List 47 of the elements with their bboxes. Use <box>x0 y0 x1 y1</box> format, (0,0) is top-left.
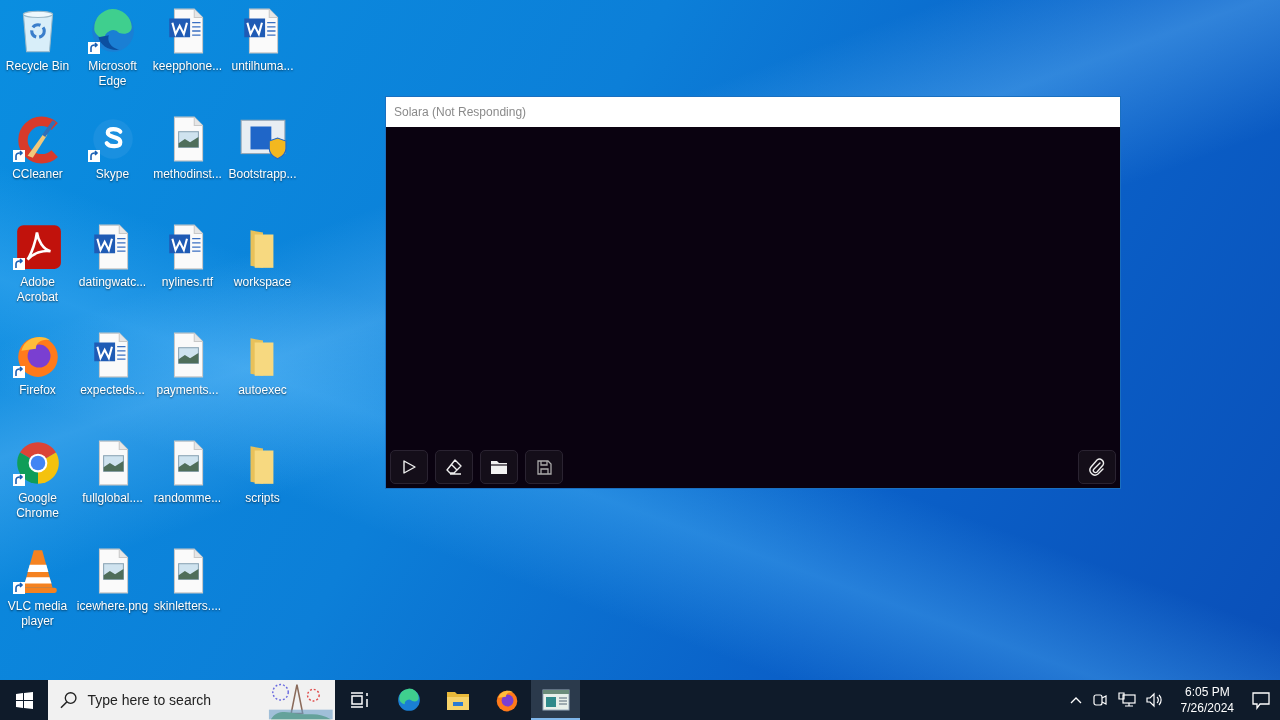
desktop-icon-label[interactable]: datingwatc... <box>78 275 147 290</box>
desktop-icon-label[interactable]: Skype <box>95 167 130 182</box>
desktop-icon-label[interactable]: autoexec <box>238 383 287 398</box>
search-field[interactable]: Type here to search <box>87 692 258 708</box>
window-title: Solara (Not Responding) <box>394 105 527 119</box>
desktop-icon-label[interactable]: icewhere.png <box>76 599 149 614</box>
desktop-icon-label[interactable]: Adobe Acrobat <box>0 275 75 305</box>
windows-logo-icon <box>15 691 33 709</box>
desktop-icon-label[interactable]: Bootstrapp... <box>228 167 297 182</box>
desktop-icon-label[interactable]: untilhuma... <box>231 59 294 74</box>
desktop-icon-label[interactable]: Google Chrome <box>0 491 75 521</box>
desktop-icon-label[interactable]: VLC media player <box>0 599 75 629</box>
app-window-icon <box>541 689 570 711</box>
desktop-icon-label[interactable]: workspace <box>233 275 292 290</box>
desktop-icon-label[interactable]: skinletters.... <box>153 599 222 614</box>
open-button[interactable] <box>480 450 518 484</box>
desktop-icon-label[interactable]: expecteds... <box>80 383 145 398</box>
speaker-icon <box>1145 692 1164 708</box>
chevron-up-icon <box>1069 696 1082 704</box>
search-icon <box>60 691 78 709</box>
run-button[interactable] <box>390 450 428 484</box>
desktop-icon-label[interactable]: Microsoft Edge <box>75 59 150 89</box>
desktop-icon-label[interactable]: CCleaner <box>12 167 63 182</box>
task-view-icon <box>348 690 371 710</box>
folder-icon <box>490 459 508 475</box>
eraser-icon <box>445 458 463 476</box>
save-button[interactable] <box>525 450 563 484</box>
clear-button[interactable] <box>435 450 473 484</box>
desktop-icon-label[interactable]: nylines.rtf <box>161 275 214 290</box>
speech-bubble-icon <box>1251 690 1271 710</box>
desktop-icon-label[interactable]: scripts <box>245 491 280 506</box>
desktop-icon-label[interactable]: Firefox <box>19 383 56 398</box>
folder-icon <box>445 689 470 711</box>
attach-button[interactable] <box>1078 450 1116 484</box>
play-icon <box>401 459 417 475</box>
paperclip-icon <box>1089 458 1105 476</box>
desktop-icon-label[interactable]: fullglobal.... <box>82 491 143 506</box>
network-icon <box>1117 692 1136 708</box>
desktop-icon-label[interactable]: Recycle Bin <box>5 59 70 74</box>
desktop-icon-label[interactable]: methodinst... <box>153 167 222 182</box>
desktop-icon-label[interactable]: randomme... <box>153 491 222 506</box>
clock[interactable]: 6:05 PM 7/26/2024 <box>1170 684 1244 716</box>
edge-icon <box>395 687 422 713</box>
desktop-icon-label[interactable]: keepphone... <box>152 59 223 74</box>
desktop-icon-label[interactable]: payments... <box>156 383 219 398</box>
video-camera-icon <box>1091 692 1108 708</box>
taskbar-app-button[interactable] <box>531 680 580 720</box>
